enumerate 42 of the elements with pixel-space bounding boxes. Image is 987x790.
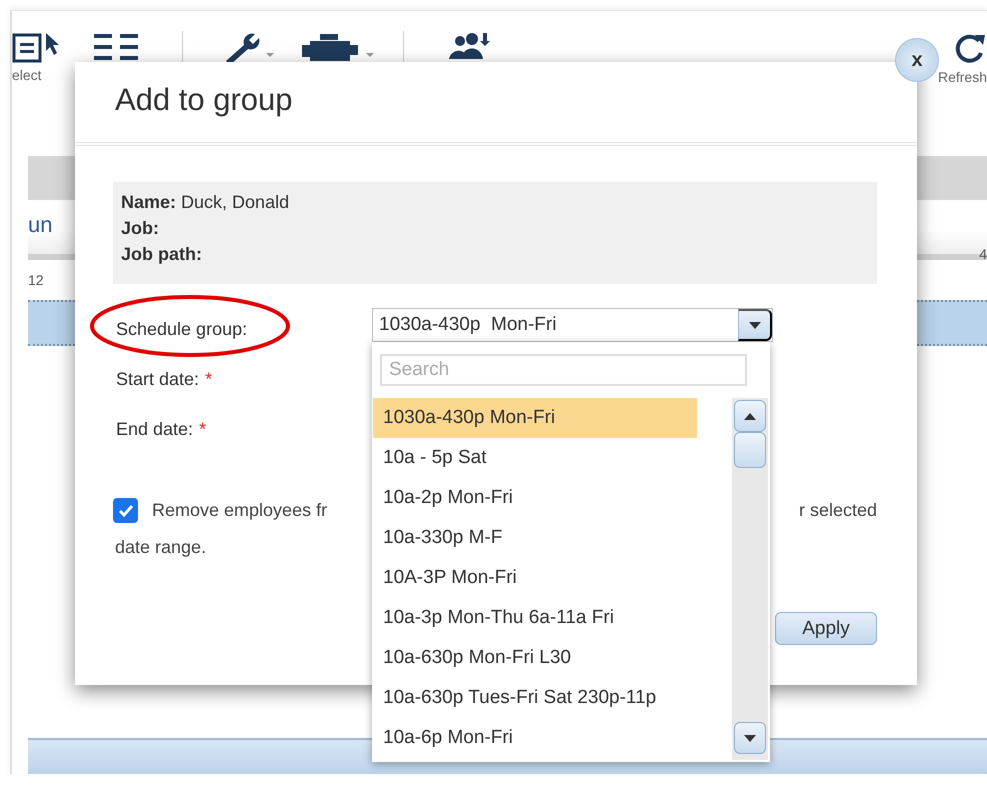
dropdown-option[interactable]: 1030a-430p Mon-Fri [373, 398, 697, 438]
scroll-down-button[interactable] [734, 722, 766, 754]
field-label: Schedule group: [115, 318, 248, 340]
info-text: Job path: [121, 244, 203, 265]
info-text: Job: [121, 218, 160, 239]
required-mark: * [205, 368, 212, 390]
required-mark: * [199, 418, 206, 440]
dropdown-option[interactable]: 10a-330p M-F [373, 518, 697, 558]
schedule-group-select[interactable]: 1030a-430p Mon-Fri [372, 308, 773, 342]
checkbox-label: r selected [798, 500, 877, 521]
info-text: Name: Duck, Donald [121, 192, 290, 213]
day-label: un [28, 212, 52, 238]
dropdown-option[interactable]: 10a-630p Tues-Fri Sat 230p-11p [373, 678, 697, 718]
caret-icon [744, 734, 756, 742]
search-field[interactable]: Search [380, 354, 747, 386]
scroll-up-button[interactable] [734, 400, 766, 432]
time-label: 12 [28, 272, 45, 288]
time-label: 4 [979, 246, 987, 262]
dropdown-option[interactable]: 10A-3P Mon-Fri [373, 558, 697, 598]
caret-up-icon [744, 412, 756, 420]
toolbar-label: elect [12, 67, 42, 83]
field-label: End date: [115, 418, 194, 440]
dropdown-option[interactable]: 10a - 5p Sat [373, 438, 697, 478]
dropdown-option[interactable]: 10a-6p Mon-Fri [373, 718, 697, 758]
toolbar-label: Refresh [938, 69, 987, 85]
dropdown-option[interactable]: 10a-3p Mon-Thu 6a-11a Fri [373, 598, 697, 638]
close-button[interactable]: x [895, 38, 939, 82]
people-add-icon[interactable] [447, 31, 491, 61]
dropdown-option[interactable]: 10a-2p Mon-Fri [373, 478, 697, 518]
checkbox[interactable] [113, 498, 138, 523]
scroll-thumb[interactable] [734, 432, 766, 468]
list-icon[interactable] [94, 31, 140, 63]
checkbox-label: Remove employees fr [152, 500, 328, 521]
dropdown-button[interactable] [738, 309, 772, 341]
field-label: Start date: [115, 368, 200, 390]
checkbox-label: date range. [115, 537, 206, 558]
scrollbar[interactable] [732, 398, 768, 760]
caret-icon [748, 322, 760, 328]
dialog-title: Add to group [115, 82, 294, 118]
checkmark-icon [118, 504, 134, 518]
dropdown-option[interactable]: 10a-630p Mon-Fri L30 [373, 638, 697, 678]
apply-button[interactable]: Apply [775, 612, 877, 645]
